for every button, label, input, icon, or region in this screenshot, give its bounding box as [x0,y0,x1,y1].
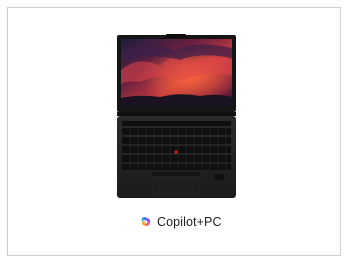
copilot-pc-label: Copilot+PC [157,215,222,229]
copilot-logo-icon [141,217,150,226]
copilot-pc-brand: Copilot+PC [140,213,222,231]
